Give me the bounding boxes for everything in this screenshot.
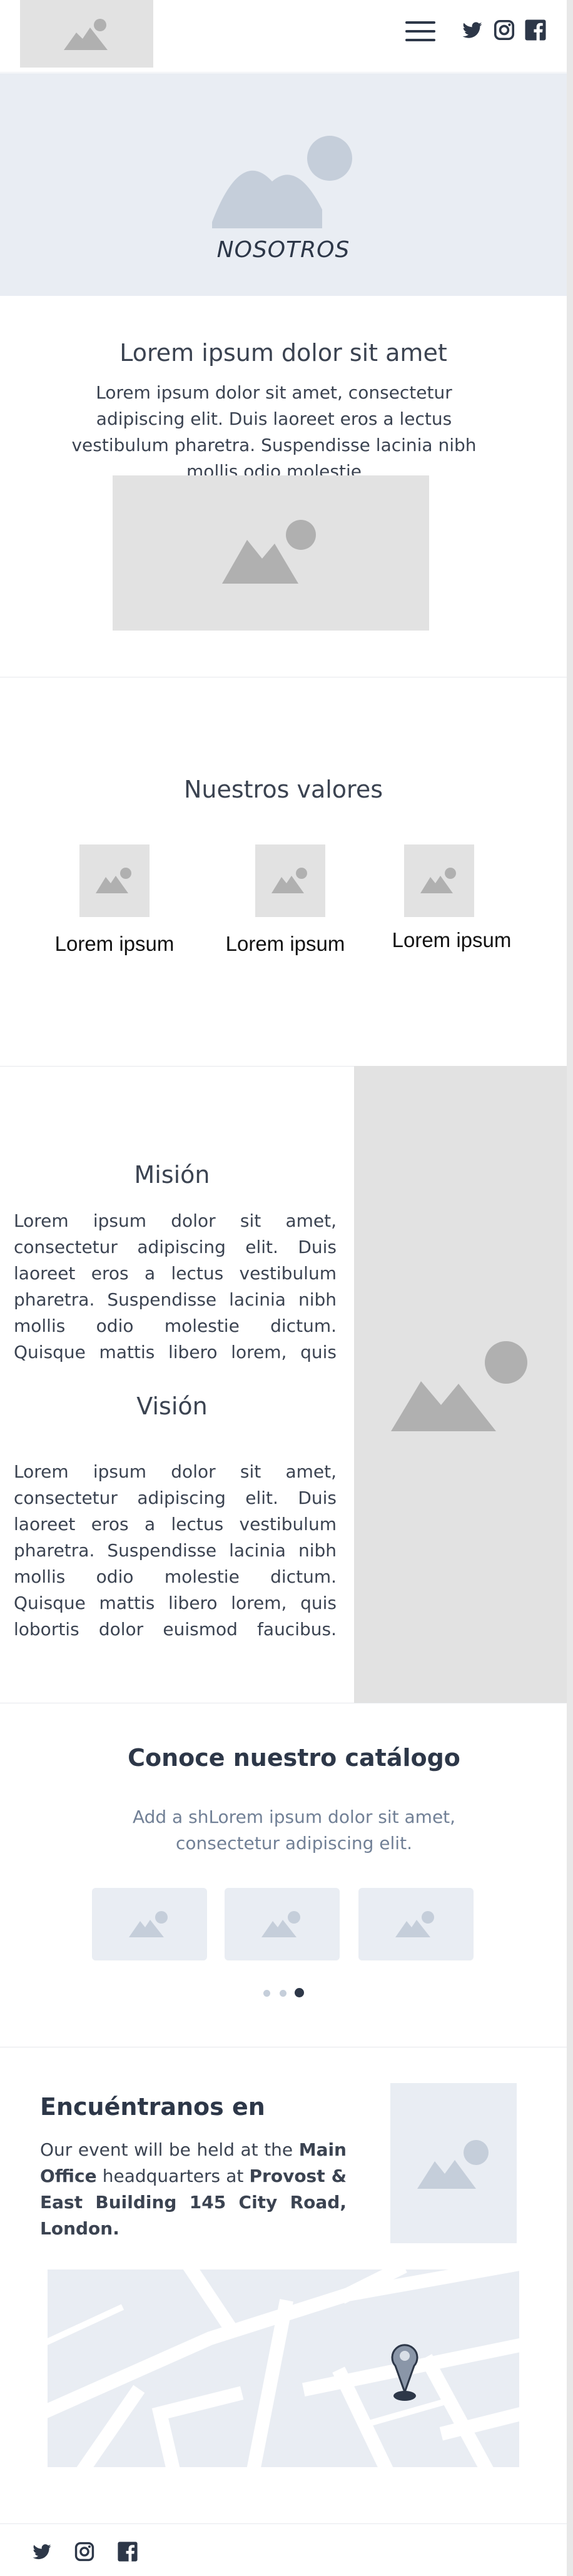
image-placeholder-icon xyxy=(395,1911,434,1937)
value-label: Lorem ipsum xyxy=(54,932,175,955)
image-placeholder-icon xyxy=(212,136,352,228)
value-label: Lorem ipsum xyxy=(392,928,512,951)
value-label: Lorem ipsum xyxy=(225,932,345,955)
catalog-item[interactable] xyxy=(92,1888,207,1960)
logo[interactable] xyxy=(20,0,153,68)
find-text: Our event will be held at the Main Offic… xyxy=(40,2137,347,2242)
value-image xyxy=(255,844,325,917)
mission-heading: Misión xyxy=(134,1161,210,1189)
catalog-heading: Conoce nuestro catálogo xyxy=(128,1744,460,1772)
catalog-item[interactable] xyxy=(225,1888,340,1960)
image-placeholder-icon xyxy=(417,2140,489,2189)
mission-text-block: Lorem ipsum dolor sit amet, consectetur … xyxy=(14,1208,337,1366)
image-placeholder-icon xyxy=(222,520,316,584)
image-placeholder-icon xyxy=(129,1911,168,1937)
catalog-text: Add a shLorem ipsum dolor sit amet, cons… xyxy=(132,1807,456,1853)
twitter-icon[interactable] xyxy=(31,2542,53,2562)
intro-heading: Lorem ipsum dolor sit amet xyxy=(119,339,447,367)
image-placeholder-icon xyxy=(420,868,456,893)
find-text-1: Our event will be held at the xyxy=(40,2139,299,2160)
find-heading: Encuéntranos en xyxy=(40,2093,265,2121)
hero-banner: NOSOTROS xyxy=(0,73,567,296)
catalog-item[interactable] xyxy=(358,1888,474,1960)
facebook-icon[interactable] xyxy=(524,19,547,41)
vision-text-block: Lorem ipsum dolor sit amet, consectetur … xyxy=(14,1459,337,1643)
instagram-icon[interactable] xyxy=(493,19,515,41)
carousel-dot-active[interactable] xyxy=(295,1988,304,1997)
values-heading: Nuestros valores xyxy=(183,776,383,803)
mission-image xyxy=(354,1066,567,1703)
header xyxy=(0,0,567,73)
map-pin-icon[interactable] xyxy=(390,2338,419,2401)
intro-text: Lorem ipsum dolor sit amet, consectetur … xyxy=(71,382,477,482)
menu-icon[interactable] xyxy=(405,19,435,41)
image-placeholder-icon xyxy=(271,868,307,893)
scrollbar[interactable] xyxy=(567,0,573,2576)
carousel-dot[interactable] xyxy=(280,1990,286,1997)
image-placeholder-icon xyxy=(261,1911,300,1937)
value-image xyxy=(79,844,150,917)
image-placeholder-icon xyxy=(391,1341,527,1431)
instagram-icon[interactable] xyxy=(74,2541,95,2562)
find-image xyxy=(390,2083,517,2243)
value-image xyxy=(404,844,474,917)
intro-image xyxy=(113,475,429,631)
vision-text: Lorem ipsum dolor sit amet, consectetur … xyxy=(14,1461,337,1640)
facebook-icon[interactable] xyxy=(117,2541,138,2562)
divider xyxy=(0,2523,567,2524)
map-roads xyxy=(48,2269,519,2467)
find-text-2: headquarters at xyxy=(96,2166,250,2186)
carousel-dot[interactable] xyxy=(263,1990,270,1997)
twitter-icon[interactable] xyxy=(460,20,484,41)
mission-text: Lorem ipsum dolor sit amet, consectetur … xyxy=(14,1210,337,1362)
footer xyxy=(0,2525,567,2576)
hero-title: NOSOTROS xyxy=(216,237,350,263)
image-placeholder-icon xyxy=(96,868,131,893)
vision-heading: Visión xyxy=(136,1392,208,1420)
map[interactable] xyxy=(48,2269,519,2467)
image-placeholder-icon xyxy=(63,19,108,50)
